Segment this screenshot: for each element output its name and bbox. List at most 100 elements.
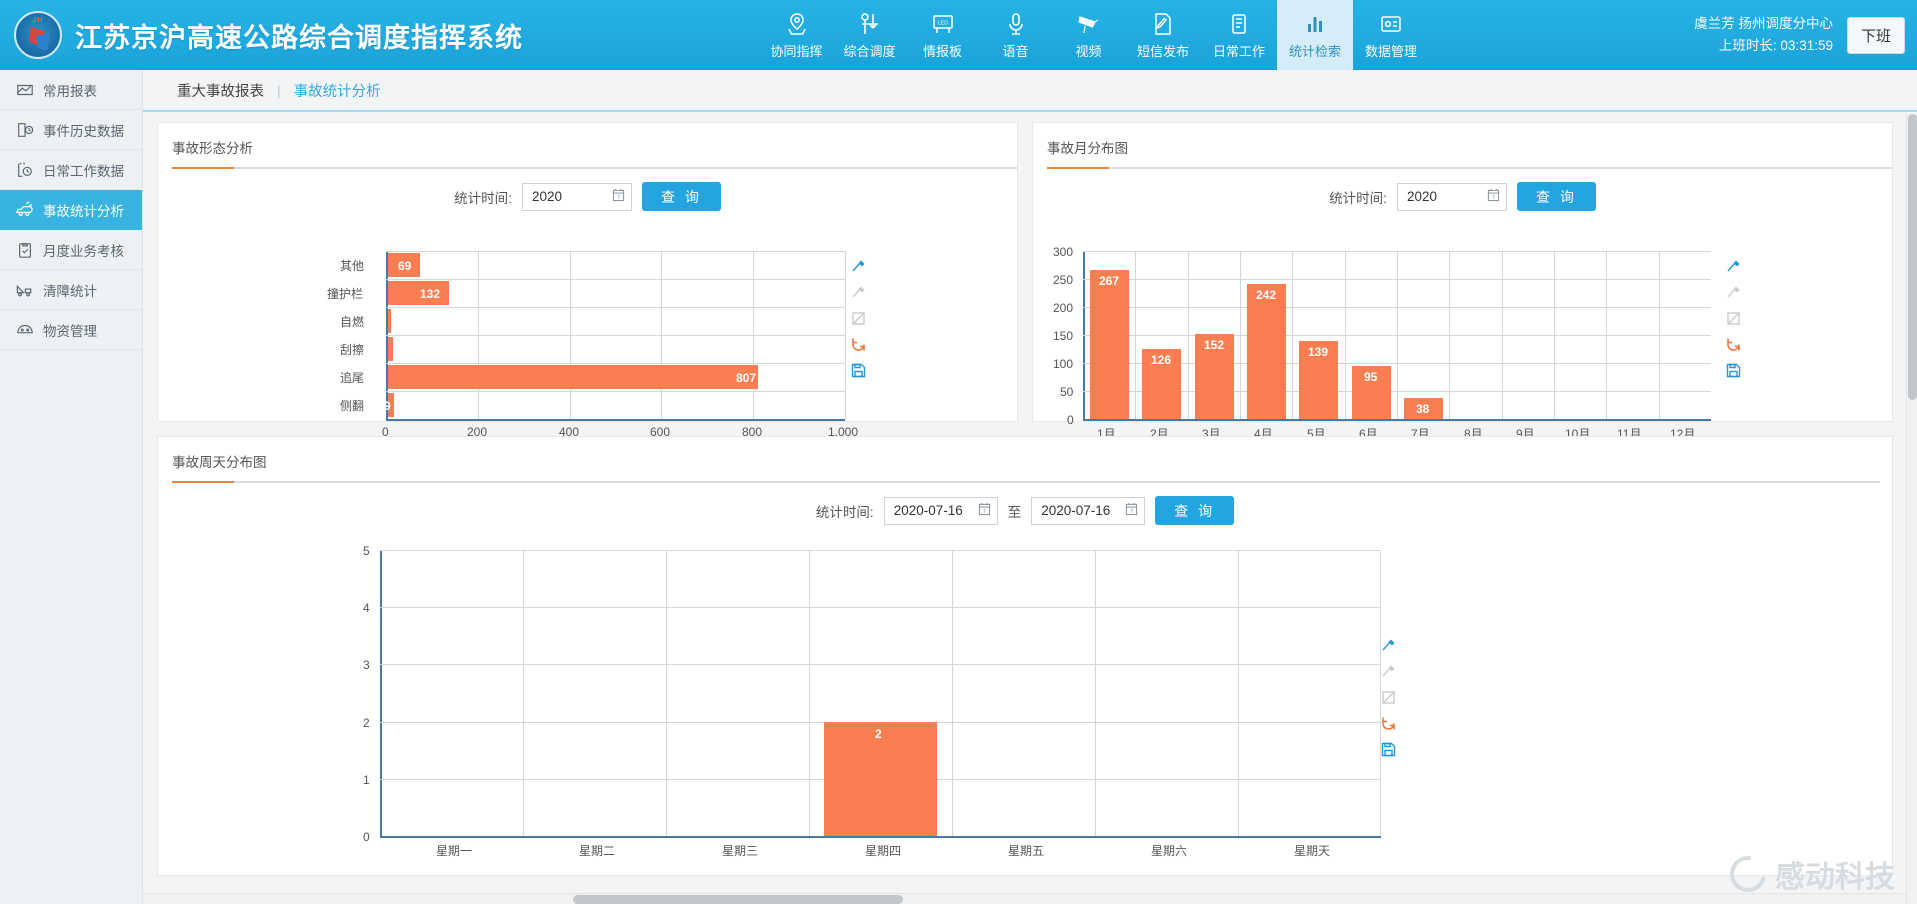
y-tick-label: 1 (363, 773, 370, 787)
offwork-button[interactable]: 下班 (1847, 17, 1905, 54)
sidebar-item-shijianlishishuju[interactable]: 事件历史数据 (0, 110, 142, 150)
breadcrumb-item-zhongdashigubaobiao[interactable]: 重大事故报表 (177, 80, 264, 101)
bar-month-4[interactable] (1247, 284, 1286, 419)
query-label: 统计时间: (454, 187, 512, 207)
y-tick-label: 4 (363, 601, 370, 615)
accident-weekday-chart: 5 4 3 2 1 0 2 星期一 星期二 星期三 星期四 星期五 星期六 星期… (158, 542, 1894, 872)
year-input-value: 2020 (1407, 189, 1481, 204)
nav-item-shujuguanli[interactable]: 数据管理 (1353, 0, 1429, 70)
gridline-v (1554, 251, 1555, 419)
gridline-v (666, 550, 667, 836)
horizontal-scrollbar-thumb[interactable] (573, 895, 903, 904)
y-tick-label: 5 (363, 544, 370, 558)
breadcrumb-item-shigutongjifenxi[interactable]: 事故统计分析 (294, 80, 381, 101)
refresh-icon[interactable] (1380, 715, 1397, 732)
logo-and-title: JH 江苏京沪高速公路综合调度指挥系统 (0, 11, 760, 59)
main-content: 重大事故报表 | 事故统计分析 事故形态分析 统计时间: 2020 (143, 70, 1917, 904)
sidebar-item-wuziguanli[interactable]: 物资管理 (0, 310, 142, 350)
save-image-icon[interactable] (850, 362, 867, 379)
sidebar-item-changyongbaobiao[interactable]: 常用报表 (0, 70, 142, 110)
bar-value-label: 267 (1099, 274, 1119, 288)
line-chart-switch-icon[interactable] (850, 258, 867, 275)
gridline-v (1397, 251, 1398, 419)
y-tick-label: 自燃 (340, 313, 364, 330)
x-axis-line (380, 836, 1381, 838)
stack-switch-icon[interactable] (1725, 310, 1742, 327)
y-tick-label: 200 (1053, 301, 1073, 315)
gridline-v (1502, 251, 1503, 419)
refresh-icon[interactable] (1725, 336, 1742, 353)
bar-value-label: 132 (420, 287, 440, 301)
bar-value-label: 95 (1364, 370, 1377, 384)
title-underline (172, 167, 1017, 169)
line-chart-switch-icon[interactable] (1380, 637, 1397, 654)
query-button-week[interactable]: 查 询 (1155, 496, 1234, 525)
panel-header: 事故月分布图 (1033, 123, 1892, 169)
gridline-v (1449, 251, 1450, 419)
nav-item-yuyin[interactable]: 语音 (979, 0, 1052, 70)
x-tick-label: 星期二 (579, 842, 615, 859)
nav-item-shipin[interactable]: 视频 (1052, 0, 1125, 70)
line-chart-switch-icon[interactable] (1725, 258, 1742, 275)
save-image-icon[interactable] (1380, 741, 1397, 758)
date-to-value: 2020-07-16 (1041, 503, 1119, 518)
calendar-icon: 7 (1487, 188, 1500, 205)
bar-chart-switch-icon[interactable] (850, 284, 867, 301)
bar-chart-switch-icon[interactable] (1380, 663, 1397, 680)
user-text-block: 虞兰芳 扬州调度分中心 上班时长: 03:31:59 (1694, 13, 1833, 58)
panel-accident-weekday: 事故周天分布图 统计时间: 2020-07-16 7 至 2020-07 (157, 436, 1893, 876)
horizontal-scrollbar[interactable] (143, 893, 1906, 904)
svg-text:7: 7 (1492, 195, 1495, 201)
gridline-v (1606, 251, 1607, 419)
x-tick-label: 星期四 (865, 842, 901, 859)
panel-header: 事故形态分析 (158, 123, 1017, 169)
bar-zhuiwei[interactable] (388, 365, 758, 389)
nav-label: 语音 (1002, 41, 1028, 60)
calendar-icon: 7 (612, 188, 625, 205)
y-tick-label: 撞护栏 (327, 285, 363, 302)
svg-text:7: 7 (983, 509, 986, 515)
date-from-value: 2020-07-16 (894, 503, 972, 518)
query-controls-week: 统计时间: 2020-07-16 7 至 2020-07-16 (158, 483, 1892, 529)
sidebar-item-qingzhangtongji[interactable]: 清障统计 (0, 270, 142, 310)
app-header: JH 江苏京沪高速公路综合调度指挥系统 协同指挥 综合调度 (0, 0, 1917, 70)
nav-item-qingbaoban[interactable]: LED 情报板 (906, 0, 979, 70)
vertical-scrollbar[interactable] (1906, 114, 1917, 904)
gridline-v (1345, 251, 1346, 419)
query-button-shape[interactable]: 查 询 (642, 182, 721, 211)
gridline-h (386, 307, 845, 308)
refresh-icon[interactable] (850, 336, 867, 353)
bar-chart-switch-icon[interactable] (1725, 284, 1742, 301)
nav-label: 综合调度 (843, 41, 895, 60)
x-tick-label: 星期五 (1008, 842, 1044, 859)
nav-item-xietongzhihui[interactable]: 协同指挥 (760, 0, 833, 70)
checklist-icon (15, 240, 34, 259)
left-sidebar: 常用报表 事件历史数据 日常工作数据 事故统计分析 (0, 70, 143, 904)
stack-switch-icon[interactable] (1380, 689, 1397, 706)
bar-month-1[interactable] (1090, 270, 1129, 419)
date-from-input[interactable]: 2020-07-16 7 (884, 497, 998, 525)
year-input-month[interactable]: 2020 7 (1397, 183, 1507, 211)
title-underline (1047, 167, 1892, 169)
sidebar-item-shigutongjifenxi[interactable]: 事故统计分析 (0, 190, 142, 230)
nav-item-richanggongzuo[interactable]: 日常工作 (1201, 0, 1277, 70)
stack-switch-icon[interactable] (850, 310, 867, 327)
year-input-shape[interactable]: 2020 7 (522, 183, 632, 211)
y-tick-label: 0 (1067, 413, 1074, 427)
nav-item-zongheidiaodu[interactable]: 综合调度 (833, 0, 906, 70)
gridline-v (1659, 251, 1660, 419)
sidebar-item-yuedu-yewukaohe[interactable]: 月度业务考核 (0, 230, 142, 270)
bar-guaca[interactable] (388, 337, 393, 361)
vertical-scrollbar-thumb[interactable] (1908, 114, 1917, 400)
nav-item-duanxinfabu[interactable]: 短信发布 (1125, 0, 1201, 70)
led-board-icon: LED (931, 11, 955, 37)
query-button-month[interactable]: 查 询 (1517, 182, 1596, 211)
x-tick-label: 星期天 (1294, 842, 1330, 859)
nav-item-tongjijiansuo[interactable]: 统计检索 (1277, 0, 1353, 70)
save-image-icon[interactable] (1725, 362, 1742, 379)
bar-value-label: 807 (736, 371, 756, 385)
date-to-input[interactable]: 2020-07-16 7 (1031, 497, 1145, 525)
sidebar-item-richanggongzuoshuju[interactable]: 日常工作数据 (0, 150, 142, 190)
bar-ziran[interactable] (388, 309, 391, 333)
sidebar-item-label: 常用报表 (43, 80, 97, 100)
